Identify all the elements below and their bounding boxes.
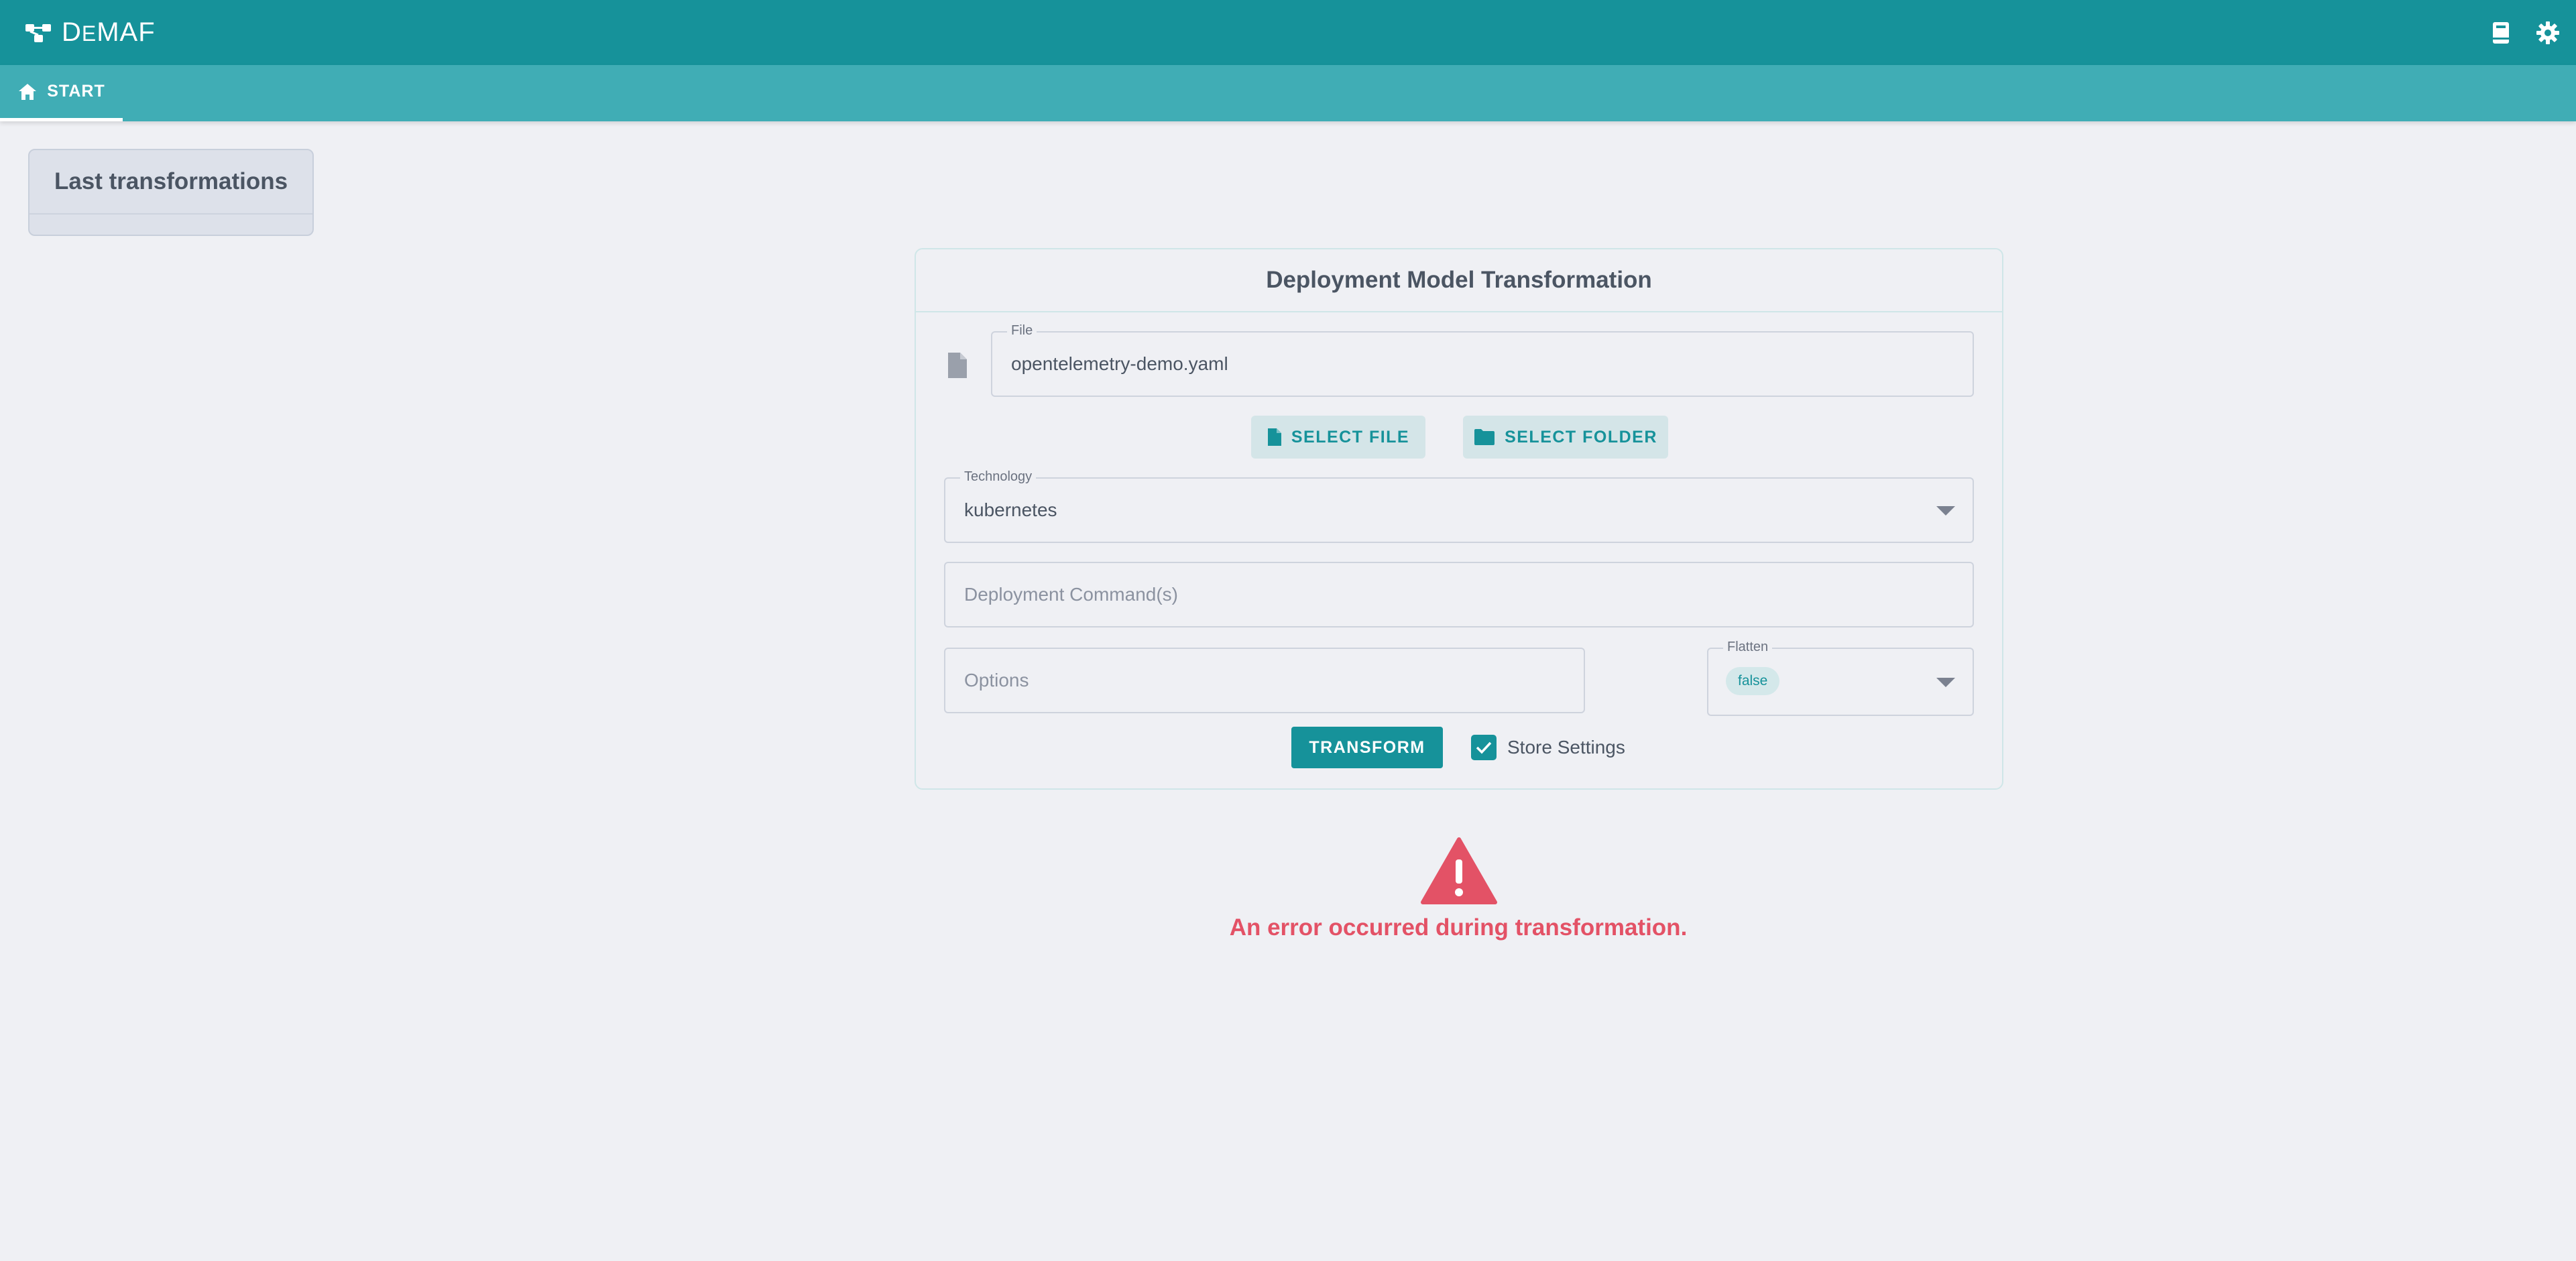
- transform-button[interactable]: TRANSFORM: [1291, 727, 1443, 768]
- app-header: DEMAF: [0, 0, 2576, 65]
- deployment-commands-placeholder: Deployment Command(s): [964, 584, 1178, 605]
- options-input[interactable]: Options: [944, 648, 1585, 713]
- select-file-label: SELECT FILE: [1291, 427, 1410, 446]
- hierarchy-icon: [25, 23, 51, 42]
- last-transformations-button[interactable]: Last transformations: [28, 149, 314, 236]
- tab-bar: START: [0, 65, 2576, 121]
- flatten-select[interactable]: Flatten false: [1707, 640, 1974, 716]
- store-settings-label: Store Settings: [1507, 737, 1625, 758]
- select-folder-label: SELECT FOLDER: [1505, 427, 1657, 446]
- select-folder-button[interactable]: SELECT FOLDER: [1463, 416, 1668, 459]
- flatten-value-chip: false: [1726, 667, 1780, 695]
- gear-icon[interactable]: [2536, 21, 2560, 45]
- file-field[interactable]: File opentelemetry-demo.yaml: [991, 323, 1974, 397]
- home-icon: [19, 83, 37, 100]
- app-title: DEMAF: [62, 17, 156, 47]
- technology-value: kubernetes: [964, 499, 1057, 520]
- tab-start-label: START: [47, 82, 105, 101]
- chevron-down-icon: [1936, 506, 1955, 516]
- file-field-value: opentelemetry-demo.yaml: [1011, 353, 1228, 374]
- brand[interactable]: DEMAF: [24, 17, 156, 48]
- options-placeholder: Options: [964, 670, 1029, 690]
- transformation-card: Deployment Model Transformation File ope…: [915, 248, 2003, 790]
- book-icon[interactable]: [2489, 21, 2513, 45]
- folder-icon: [1474, 429, 1495, 445]
- checkmark-icon: [1476, 741, 1492, 754]
- tab-start[interactable]: START: [0, 65, 123, 121]
- divider: [30, 213, 312, 215]
- last-transformations-label: Last transformations: [54, 168, 288, 194]
- card-title: Deployment Model Transformation: [916, 249, 2002, 312]
- deployment-commands-input[interactable]: Deployment Command(s): [944, 562, 1974, 627]
- file-icon: [948, 353, 967, 378]
- flatten-legend: Flatten: [1723, 640, 1773, 655]
- store-settings-checkbox[interactable]: [1471, 735, 1497, 760]
- error-message: An error occurred during transformation.: [1229, 914, 1688, 941]
- chevron-down-icon: [1936, 678, 1955, 687]
- file-icon: [1267, 428, 1281, 446]
- technology-select[interactable]: Technology kubernetes: [944, 469, 1974, 543]
- select-file-button[interactable]: SELECT FILE: [1251, 416, 1425, 459]
- warning-icon: [1421, 837, 1497, 904]
